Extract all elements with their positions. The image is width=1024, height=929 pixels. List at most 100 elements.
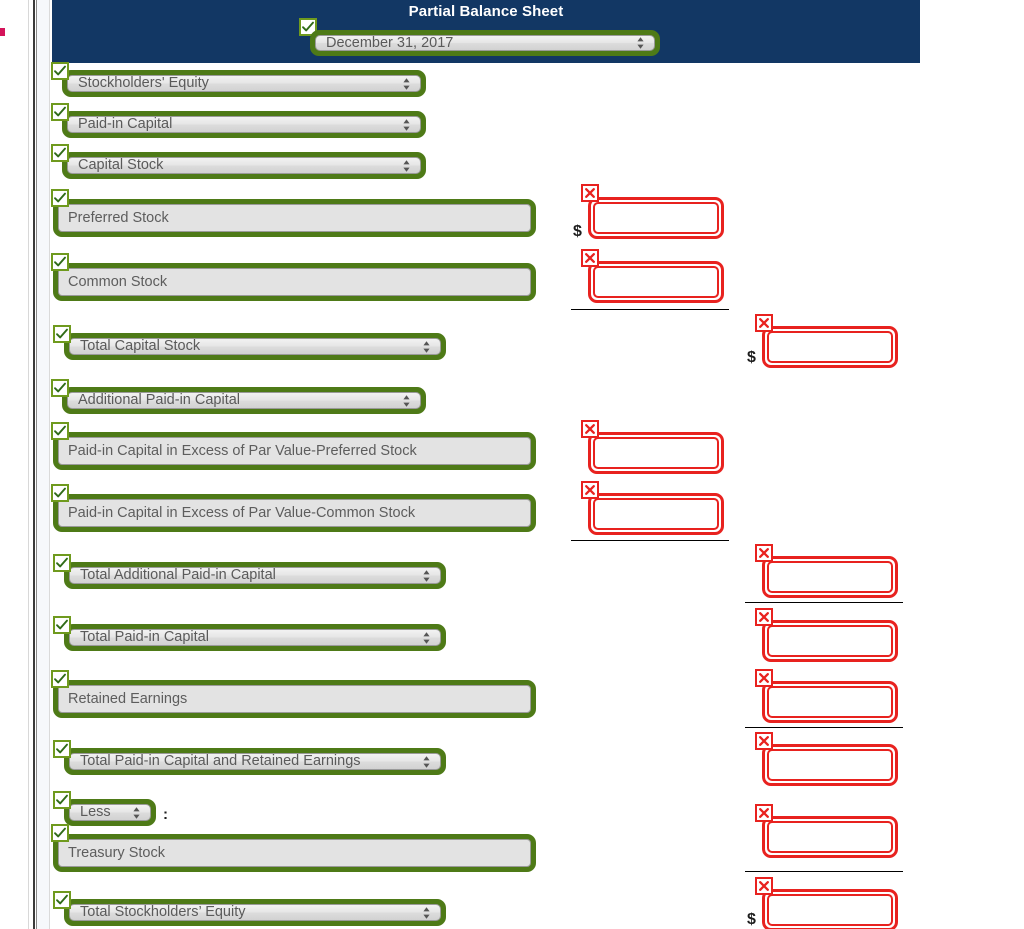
x-icon-amount-c1-1 (581, 249, 599, 267)
amount-input-c1-1[interactable] (593, 266, 719, 298)
row-0-select-wrapper[interactable]: Stockholders' Equity (62, 70, 426, 97)
row-9-select-wrapper[interactable]: Total Additional Paid-in Capital (64, 562, 446, 589)
row-5-label: Total Capital Stock (80, 338, 201, 355)
row-8-text[interactable]: Paid-in Capital in Excess of Par Value-C… (58, 499, 531, 527)
check-icon-row-15 (53, 891, 71, 909)
row-3-text-wrapper[interactable]: Preferred Stock (53, 199, 536, 237)
row-7-text[interactable]: Paid-in Capital in Excess of Par Value-P… (58, 437, 531, 465)
left-scroll-panel[interactable] (37, 0, 49, 929)
x-icon-amount-c2-2 (755, 608, 773, 626)
amount-input-c1-3[interactable] (593, 498, 719, 530)
row-13-select[interactable]: Less (69, 804, 151, 821)
row-6-select-wrapper[interactable]: Additional Paid-in Capital (62, 387, 426, 414)
amount-input-c2-6-wrapper[interactable] (762, 889, 898, 929)
x-icon-amount-c2-5 (755, 804, 773, 822)
row-1-select-wrapper[interactable]: Paid-in Capital (62, 111, 426, 138)
row-0-select[interactable]: Stockholders' Equity (67, 75, 421, 92)
amount-input-c1-2[interactable] (593, 437, 719, 469)
x-icon (585, 485, 595, 495)
check-icon-row-0 (51, 62, 69, 80)
row-14-text-wrapper[interactable]: Treasury Stock (53, 834, 536, 872)
partial-balance-sheet-worksheet: Partial Balance Sheet December 31, 2017 … (0, 0, 1024, 929)
check-icon-row-7 (51, 422, 69, 440)
row-5-select[interactable]: Total Capital Stock (69, 338, 441, 355)
row-12-select[interactable]: Total Paid-in Capital and Retained Earni… (69, 753, 441, 770)
row-7-label: Paid-in Capital in Excess of Par Value-P… (68, 443, 417, 459)
amount-input-c2-2-wrapper[interactable] (762, 620, 898, 662)
updown-spinner-icon (133, 806, 140, 819)
check-icon-row-8 (51, 484, 69, 502)
amount-input-c2-5[interactable] (767, 821, 893, 853)
amount-input-c1-1-wrapper[interactable] (588, 261, 724, 303)
row-4-text-wrapper[interactable]: Common Stock (53, 263, 536, 301)
x-icon-amount-c2-1 (755, 544, 773, 562)
less-colon: : (163, 806, 168, 823)
check-icon-row-5 (53, 325, 71, 343)
row-12-select-wrapper[interactable]: Total Paid-in Capital and Retained Earni… (64, 748, 446, 775)
x-icon-amount-c2-3 (755, 669, 773, 687)
row-10-select[interactable]: Total Paid-in Capital (69, 629, 441, 646)
x-icon-amount-c2-0 (755, 314, 773, 332)
row-15-select-wrapper[interactable]: Total Stockholders’ Equity (64, 899, 446, 926)
amount-input-c2-0-wrapper[interactable] (762, 326, 898, 368)
check-icon-row-14 (51, 824, 69, 842)
row-10-select-wrapper[interactable]: Total Paid-in Capital (64, 624, 446, 651)
amount-input-c2-2[interactable] (767, 625, 893, 657)
row-3-text[interactable]: Preferred Stock (58, 204, 531, 232)
row-2-select-wrapper[interactable]: Capital Stock (62, 152, 426, 179)
row-14-text[interactable]: Treasury Stock (58, 839, 531, 867)
row-4-label: Common Stock (68, 274, 168, 290)
amount-input-c2-3[interactable] (767, 686, 893, 718)
amount-input-c1-2-wrapper[interactable] (588, 432, 724, 474)
row-15-select[interactable]: Total Stockholders’ Equity (69, 904, 441, 921)
amount-input-c1-3-wrapper[interactable] (588, 493, 724, 535)
row-11-text-wrapper[interactable]: Retained Earnings (53, 680, 536, 718)
x-icon (759, 318, 769, 328)
check-icon (54, 106, 66, 117)
row-8-label: Paid-in Capital in Excess of Par Value-C… (68, 505, 416, 521)
check-icon (54, 256, 66, 267)
subtotal-rule-c2-c (745, 871, 903, 872)
amount-input-c2-6[interactable] (767, 894, 893, 926)
row-11-text[interactable]: Retained Earnings (58, 685, 531, 713)
check-icon (54, 147, 66, 158)
row-8-text-wrapper[interactable]: Paid-in Capital in Excess of Par Value-C… (53, 494, 536, 532)
row-11-label: Retained Earnings (68, 691, 188, 707)
date-select[interactable]: December 31, 2017 (315, 35, 655, 51)
check-icon-row-6 (51, 379, 69, 397)
amount-input-c2-3-wrapper[interactable] (762, 681, 898, 723)
currency-symbol-c2-6: $ (747, 911, 756, 928)
amount-input-c2-0[interactable] (767, 331, 893, 363)
date-select-wrapper[interactable]: December 31, 2017 (310, 30, 660, 56)
check-icon (54, 382, 66, 393)
amount-input-c2-5-wrapper[interactable] (762, 816, 898, 858)
x-icon (759, 808, 769, 818)
check-icon-row-2 (51, 144, 69, 162)
updown-spinner-icon (403, 118, 410, 131)
amount-input-c2-1[interactable] (767, 561, 893, 593)
amount-input-c2-4[interactable] (767, 749, 893, 781)
check-icon (54, 827, 66, 838)
amount-input-c1-0[interactable] (593, 202, 719, 234)
row-6-select[interactable]: Additional Paid-in Capital (67, 392, 421, 409)
row-7-text-wrapper[interactable]: Paid-in Capital in Excess of Par Value-P… (53, 432, 536, 470)
row-9-label: Total Additional Paid-in Capital (80, 567, 276, 584)
row-5-select-wrapper[interactable]: Total Capital Stock (64, 333, 446, 360)
row-3-label: Preferred Stock (68, 210, 169, 226)
amount-input-c1-0-wrapper[interactable] (588, 197, 724, 239)
x-icon (759, 612, 769, 622)
row-4-text[interactable]: Common Stock (58, 268, 531, 296)
row-9-select[interactable]: Total Additional Paid-in Capital (69, 567, 441, 584)
date-select-value: December 31, 2017 (326, 35, 454, 51)
row-2-select[interactable]: Capital Stock (67, 157, 421, 174)
check-icon (54, 192, 66, 203)
amount-input-c2-4-wrapper[interactable] (762, 744, 898, 786)
updown-spinner-icon (423, 340, 430, 353)
row-1-select[interactable]: Paid-in Capital (67, 116, 421, 133)
page-title: Partial Balance Sheet (408, 3, 564, 20)
row-13-select-wrapper[interactable]: Less (64, 799, 156, 826)
amount-input-c2-1-wrapper[interactable] (762, 556, 898, 598)
row-13-label: Less (80, 804, 111, 821)
check-icon (56, 894, 68, 905)
check-icon-row-9 (53, 554, 71, 572)
